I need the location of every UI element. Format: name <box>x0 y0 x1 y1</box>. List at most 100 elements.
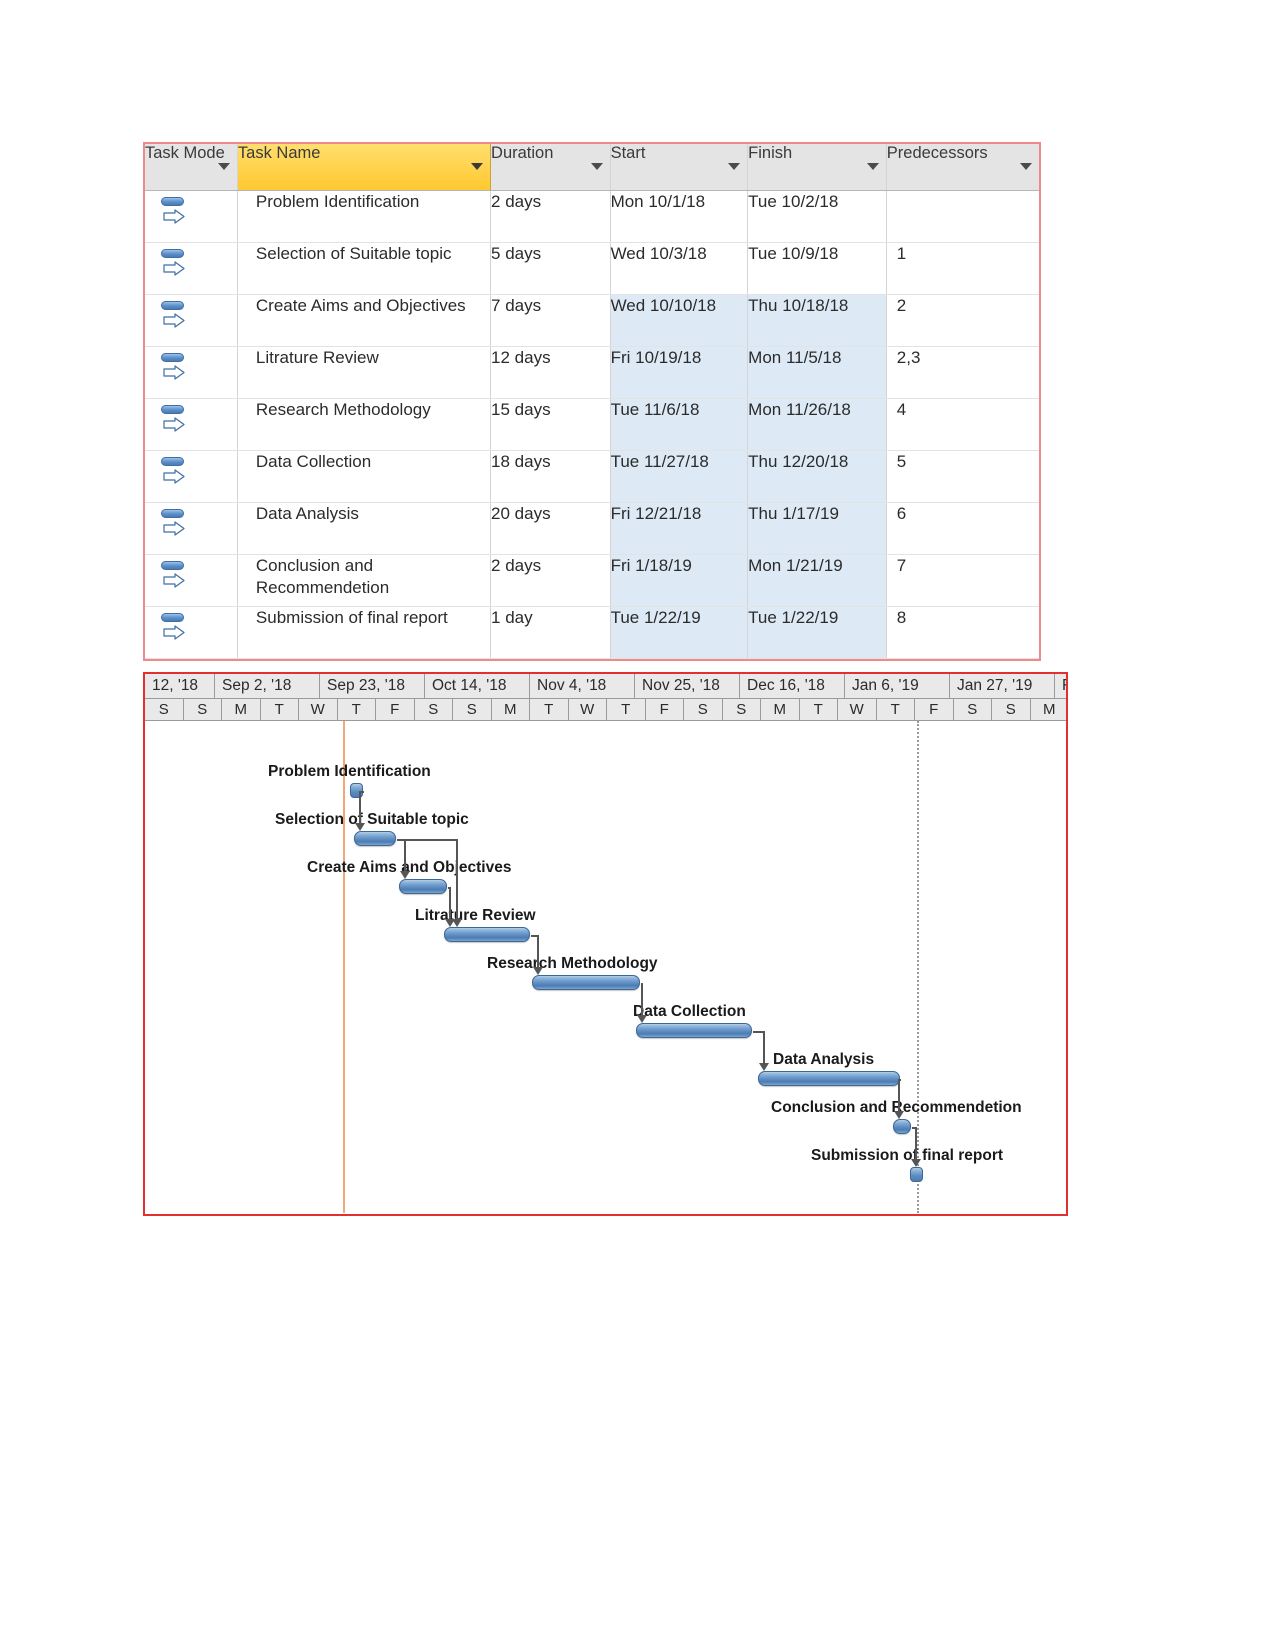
cell-duration[interactable]: 18 days <box>490 450 611 503</box>
column-header-label: Task Name <box>237 144 321 162</box>
cell-finish[interactable]: Thu 10/18/18 <box>747 294 887 347</box>
table-row[interactable]: Data Analysis 20 days Fri 12/21/18 Thu 1/17… <box>145 502 1039 555</box>
timeline-month-cell: Sep 2, '18 <box>215 674 320 698</box>
filter-chevron-down-icon[interactable] <box>1020 163 1032 170</box>
gantt-task-bar[interactable] <box>636 1023 752 1038</box>
timeline-month-cell: Feb <box>1055 674 1066 698</box>
cell-finish[interactable]: Thu 12/20/18 <box>747 450 887 503</box>
gantt-task-bar[interactable] <box>532 975 640 990</box>
project-start-gridline <box>343 721 345 1213</box>
gantt-task-bar[interactable] <box>399 879 447 894</box>
cell-start[interactable]: Fri 12/21/18 <box>610 502 749 555</box>
table-row[interactable]: Conclusion and Recommendetion 2 days Fri 1… <box>145 554 1039 607</box>
cell-predecessors[interactable]: 8 <box>886 606 1039 659</box>
filter-chevron-down-icon[interactable] <box>728 163 741 170</box>
filter-chevron-down-icon[interactable] <box>471 163 484 170</box>
cell-predecessors[interactable]: 6 <box>886 502 1039 555</box>
cell-duration[interactable]: 15 days <box>490 398 611 451</box>
cell-predecessors[interactable]: 4 <box>886 398 1039 451</box>
timeline-day-cell: S <box>684 699 723 720</box>
cell-predecessors[interactable]: 7 <box>886 554 1039 607</box>
cell-duration[interactable]: 20 days <box>490 502 611 555</box>
cell-task-name[interactable]: Research Methodology <box>237 398 492 451</box>
timeline-month-cell: Oct 14, '18 <box>425 674 530 698</box>
cell-start[interactable]: Fri 1/18/19 <box>610 554 749 607</box>
table-row[interactable]: Create Aims and Objectives 7 days Wed 10/1… <box>145 294 1039 347</box>
filter-chevron-down-icon[interactable] <box>590 163 603 170</box>
cell-duration[interactable]: 2 days <box>490 554 611 607</box>
cell-task-name[interactable]: Problem Identification <box>237 190 492 243</box>
cell-task-name[interactable]: Conclusion and Recommendetion <box>237 554 492 607</box>
cell-task-mode[interactable] <box>145 346 238 399</box>
cell-start[interactable]: Fri 10/19/18 <box>610 346 749 399</box>
table-row[interactable]: Research Methodology 15 days Tue 11/6/18 Mo… <box>145 398 1039 451</box>
cell-start[interactable]: Tue 11/6/18 <box>610 398 749 451</box>
filter-chevron-down-icon[interactable] <box>217 163 230 170</box>
cell-start[interactable]: Wed 10/10/18 <box>610 294 749 347</box>
cell-predecessors[interactable]: 1 <box>886 242 1039 295</box>
table-row[interactable]: Data Collection 18 days Tue 11/27/18 Thu 12… <box>145 450 1039 503</box>
timeline-day-cell: T <box>260 699 299 720</box>
cell-predecessors[interactable]: 2 <box>886 294 1039 347</box>
column-header-duration[interactable]: Duration <box>490 144 611 191</box>
cell-finish[interactable]: Mon 1/21/19 <box>747 554 887 607</box>
cell-duration[interactable]: 5 days <box>490 242 611 295</box>
cell-task-mode[interactable] <box>145 502 238 555</box>
gantt-task-bar[interactable] <box>758 1071 900 1086</box>
column-header-predecessors[interactable]: Predecessors <box>886 144 1039 191</box>
column-header-finish[interactable]: Finish <box>747 144 887 191</box>
gantt-task-bar[interactable] <box>893 1119 911 1134</box>
column-header-start[interactable]: Start <box>610 144 749 191</box>
cell-finish[interactable]: Tue 10/2/18 <box>747 190 887 243</box>
column-header-task-mode[interactable]: Task Mode <box>145 144 238 191</box>
cell-start[interactable]: Tue 1/22/19 <box>610 606 749 659</box>
status-date-gridline <box>917 721 919 1213</box>
table-row[interactable]: Selection of Suitable topic 5 days Wed 10/… <box>145 242 1039 295</box>
dependency-arrow-icon <box>911 1159 921 1167</box>
cell-duration[interactable]: 12 days <box>490 346 611 399</box>
timeline-day-cell: S <box>953 699 992 720</box>
gantt-bar-label: Submission of final report <box>811 1147 1004 1164</box>
cell-task-mode[interactable] <box>145 554 238 607</box>
cell-duration[interactable]: 1 day <box>490 606 611 659</box>
cell-task-mode[interactable] <box>145 450 238 503</box>
gantt-bar-label: Research Methodology <box>487 955 658 972</box>
cell-task-mode[interactable] <box>145 294 238 347</box>
filter-chevron-down-icon[interactable] <box>866 163 879 170</box>
cell-task-name[interactable]: Data Analysis <box>237 502 492 555</box>
cell-task-mode[interactable] <box>145 190 238 243</box>
cell-duration[interactable]: 7 days <box>490 294 611 347</box>
cell-finish[interactable]: Tue 1/22/19 <box>747 606 887 659</box>
column-header-task-name[interactable]: Task Name <box>236 144 492 191</box>
cell-task-mode[interactable] <box>145 606 238 659</box>
cell-finish[interactable]: Thu 1/17/19 <box>747 502 887 555</box>
cell-predecessors[interactable] <box>886 190 1039 243</box>
table-row[interactable]: Problem Identification 2 days Mon 10/1/18 T… <box>145 190 1039 243</box>
table-row[interactable]: Litrature Review 12 days Fri 10/19/18 Mon 1… <box>145 346 1039 399</box>
cell-start[interactable]: Tue 11/27/18 <box>610 450 749 503</box>
cell-task-name[interactable]: Create Aims and Objectives <box>237 294 492 347</box>
cell-task-name[interactable]: Submission of final report <box>237 606 492 659</box>
cell-finish[interactable]: Tue 10/9/18 <box>747 242 887 295</box>
column-header-label: Task Mode <box>145 144 225 162</box>
cell-start[interactable]: Wed 10/3/18 <box>610 242 749 295</box>
cell-start[interactable]: Mon 10/1/18 <box>610 190 749 243</box>
cell-task-name[interactable]: Data Collection <box>237 450 492 503</box>
table-header-row: Task Mode Task Name Duration Start Finis… <box>145 144 1039 191</box>
cell-predecessors[interactable]: 5 <box>886 450 1039 503</box>
gantt-task-bar[interactable] <box>354 831 396 846</box>
cell-task-mode[interactable] <box>145 398 238 451</box>
gantt-milestone-bar[interactable] <box>910 1167 923 1182</box>
timeline-day-cell: T <box>530 699 569 720</box>
cell-finish[interactable]: Mon 11/5/18 <box>747 346 887 399</box>
cell-finish[interactable]: Mon 11/26/18 <box>747 398 887 451</box>
cell-predecessors[interactable]: 2,3 <box>886 346 1039 399</box>
table-row[interactable]: Submission of final report 1 day Tue 1/22/… <box>145 606 1039 659</box>
cell-task-name[interactable]: Litrature Review <box>237 346 492 399</box>
cell-task-mode[interactable] <box>145 242 238 295</box>
timeline-day-cell: T <box>876 699 915 720</box>
timeline-day-cell: S <box>414 699 453 720</box>
cell-duration[interactable]: 2 days <box>490 190 611 243</box>
cell-task-name[interactable]: Selection of Suitable topic <box>237 242 492 295</box>
gantt-task-bar[interactable] <box>444 927 530 942</box>
